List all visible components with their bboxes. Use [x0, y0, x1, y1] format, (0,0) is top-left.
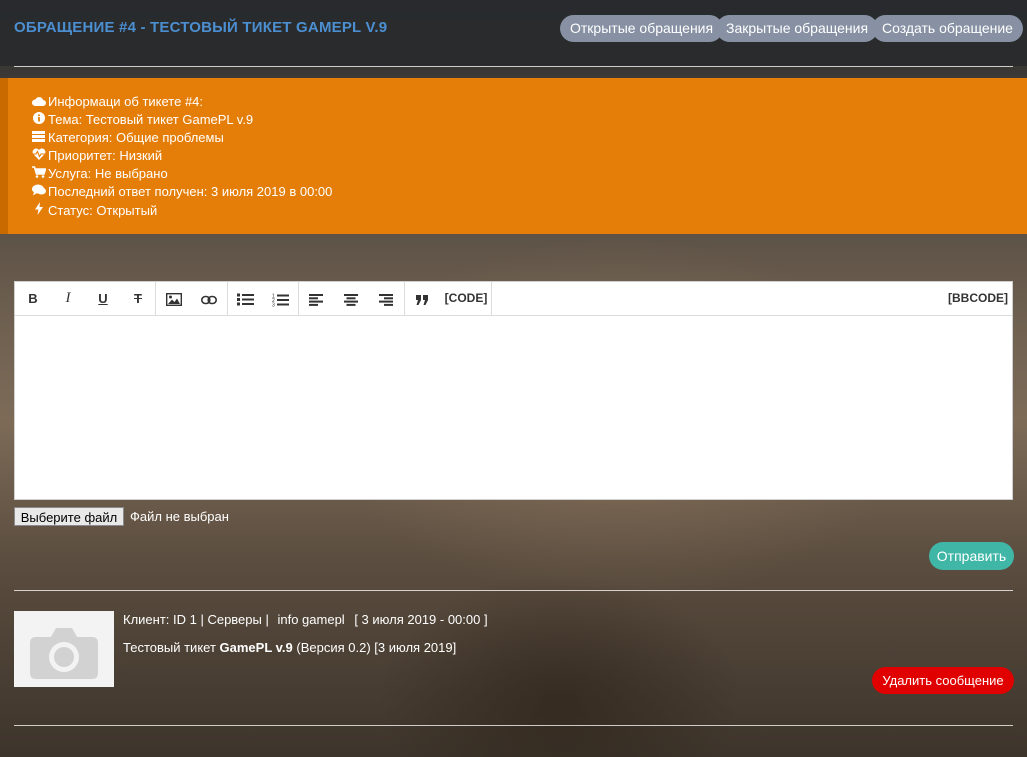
- info-service: Услуга: Не выбрано: [31, 166, 168, 181]
- toolbar-separator: [227, 282, 228, 315]
- align-center-button[interactable]: [340, 282, 362, 315]
- editor-toolbar: B I U T 123 [CODE] [BBCODE]: [15, 282, 1012, 316]
- client-info: Клиент: ID 1 | Серверы |: [123, 612, 269, 627]
- toolbar-separator: [155, 282, 156, 315]
- editor-text-area[interactable]: [15, 316, 1012, 499]
- heartbeat-icon: [31, 148, 46, 163]
- info-topic-text: Тема: Тестовый тикет GamePL v.9: [48, 112, 254, 127]
- align-center-icon: [344, 291, 358, 306]
- info-icon: [31, 112, 46, 127]
- info-category: Категория: Общие проблемы: [31, 130, 224, 145]
- message-editor[interactable]: B I U T 123 [CODE] [BBCODE]: [14, 281, 1013, 500]
- bullet-list-button[interactable]: [234, 282, 256, 315]
- bolt-icon: [31, 202, 46, 218]
- info-status-text: Статус: Открытый: [48, 203, 158, 218]
- link-icon: [201, 291, 217, 306]
- link-button[interactable]: [198, 282, 220, 315]
- divider: [14, 725, 1013, 726]
- delete-message-button[interactable]: Удалить сообщение: [872, 667, 1014, 694]
- server-icon: [31, 131, 46, 145]
- avatar: [14, 611, 114, 687]
- file-status: Файл не выбран: [130, 509, 229, 524]
- align-right-icon: [379, 291, 393, 306]
- toolbar-separator: [491, 282, 492, 315]
- comments-icon: [31, 184, 46, 199]
- strikethrough-button[interactable]: T: [128, 282, 148, 315]
- info-priority: Приоритет: Низкий: [31, 148, 162, 163]
- panel-accent: [0, 78, 8, 234]
- camera-icon: [14, 628, 114, 690]
- align-left-icon: [309, 291, 323, 306]
- numbered-list-button[interactable]: 123: [269, 282, 291, 315]
- page-title: ОБРАЩЕНИЕ #4 - ТЕСТОВЫЙ ТИКЕТ GAMEPL V.9: [14, 19, 388, 36]
- closed-tickets-button[interactable]: Закрытые обращения: [716, 15, 879, 42]
- toolbar-separator: [404, 282, 405, 315]
- bold-button[interactable]: B: [23, 282, 43, 315]
- image-button[interactable]: [163, 282, 185, 315]
- bbcode-toggle-button[interactable]: [BBCODE]: [945, 282, 1011, 315]
- info-service-text: Услуга: Не выбрано: [48, 166, 168, 181]
- message-body: Тестовый тикет GamePL v.9 (Версия 0.2) […: [123, 640, 456, 655]
- quote-button[interactable]: [411, 282, 433, 315]
- open-tickets-button[interactable]: Открытые обращения: [560, 15, 724, 42]
- username[interactable]: info gamepl: [277, 612, 344, 627]
- info-priority-text: Приоритет: Низкий: [48, 148, 163, 163]
- align-left-button[interactable]: [305, 282, 327, 315]
- message-text-bold: GamePL v.9: [219, 640, 293, 655]
- message-meta: Клиент: ID 1 | Серверы | info gamepl [ 3…: [123, 612, 488, 627]
- info-heading-text: Информаци об тикете #4:: [48, 94, 204, 109]
- message-text-suffix: (Версия 0.2) [3 июля 2019]: [296, 640, 457, 655]
- toolbar-separator: [298, 282, 299, 315]
- create-ticket-button[interactable]: Создать обращение: [872, 15, 1023, 42]
- info-topic: Тема: Тестовый тикет GamePL v.9: [31, 112, 253, 127]
- info-category-text: Категория: Общие проблемы: [48, 130, 224, 145]
- info-last-reply: Последний ответ получен: 3 июля 2019 в 0…: [31, 184, 332, 199]
- message-date: [ 3 июля 2019 - 00:00 ]: [354, 612, 488, 627]
- underline-button[interactable]: U: [93, 282, 113, 315]
- choose-file-button[interactable]: Выберите файл: [14, 507, 124, 526]
- send-button[interactable]: Отправить: [929, 542, 1014, 570]
- code-button[interactable]: [CODE]: [441, 282, 491, 315]
- numbered-list-icon: 123: [272, 291, 289, 308]
- bullet-list-icon: [236, 291, 254, 306]
- divider: [14, 66, 1013, 67]
- info-status: Статус: Открытый: [31, 202, 157, 218]
- svg-text:3: 3: [272, 302, 275, 307]
- quote-icon: [416, 291, 428, 306]
- divider: [14, 590, 1013, 591]
- align-right-button[interactable]: [375, 282, 397, 315]
- cloud-icon: [31, 95, 46, 109]
- message-text: Тестовый тикет: [123, 640, 216, 655]
- italic-button[interactable]: I: [58, 282, 78, 315]
- info-heading: Информаци об тикете #4:: [31, 94, 203, 109]
- image-icon: [165, 291, 183, 307]
- cart-icon: [31, 166, 47, 181]
- info-last-reply-text: Последний ответ получен: 3 июля 2019 в 0…: [48, 184, 333, 199]
